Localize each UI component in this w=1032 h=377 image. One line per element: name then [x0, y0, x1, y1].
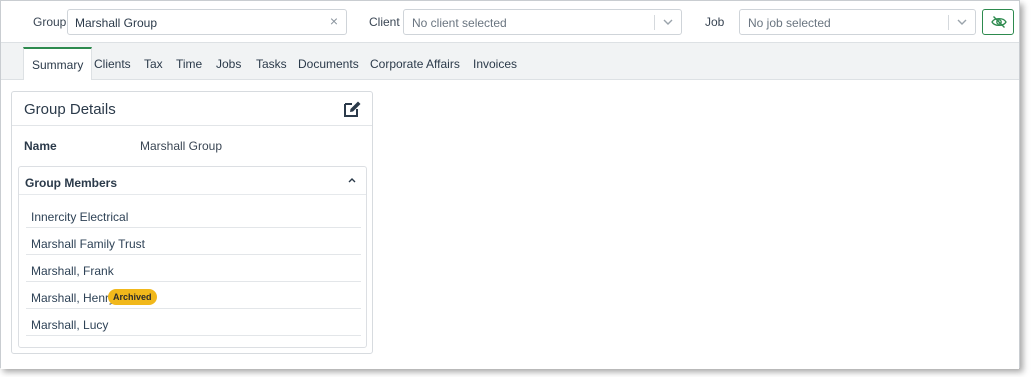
- member-name[interactable]: Marshall, Frank: [31, 264, 114, 278]
- group-label: Group: [33, 15, 67, 29]
- clear-icon[interactable]: ×: [330, 13, 338, 29]
- toggle-visibility-button[interactable]: [982, 9, 1014, 35]
- status-badge: Archived: [108, 289, 157, 305]
- job-label: Job: [705, 15, 725, 29]
- member-name[interactable]: Innercity Electrical: [31, 210, 128, 224]
- filter-bar: Group Marshall Group × Client No client …: [1, 1, 1019, 43]
- name-value: Marshall Group: [140, 139, 223, 153]
- tab-documents[interactable]: Documents: [290, 47, 367, 80]
- tab-corporate-affairs[interactable]: Corporate Affairs: [362, 47, 468, 80]
- job-select[interactable]: No job selected: [739, 9, 976, 35]
- tab-summary[interactable]: Summary: [23, 47, 93, 80]
- name-label: Name: [24, 139, 57, 153]
- list-item[interactable]: Marshall Family Trust: [26, 228, 361, 255]
- card-title: Group Details: [24, 101, 116, 118]
- edit-icon[interactable]: [342, 99, 362, 119]
- app-window: Group Marshall Group × Client No client …: [0, 0, 1020, 369]
- chevron-down-icon[interactable]: [955, 14, 969, 30]
- tab-tasks[interactable]: Tasks: [248, 47, 295, 80]
- tab-clients[interactable]: Clients: [86, 47, 139, 80]
- tab-invoices[interactable]: Invoices: [465, 47, 525, 80]
- list-item[interactable]: Marshall, Frank: [26, 255, 361, 282]
- group-members-panel: Group Members Innercity Electrical Marsh…: [18, 166, 367, 348]
- name-row: Name Marshall Group: [12, 126, 372, 161]
- tab-time[interactable]: Time: [168, 47, 210, 80]
- client-label: Client: [369, 15, 400, 29]
- group-select[interactable]: Marshall Group ×: [67, 9, 347, 35]
- job-placeholder: No job selected: [748, 16, 831, 30]
- member-name[interactable]: Marshall, Lucy: [31, 318, 108, 332]
- group-details-card: Group Details Name Marshall Group Group …: [11, 91, 373, 354]
- select-separator: [654, 15, 655, 30]
- member-name[interactable]: Marshall, Henry: [31, 291, 115, 305]
- chevron-down-icon[interactable]: [661, 14, 675, 30]
- summary-panel: Group Details Name Marshall Group Group …: [1, 80, 1019, 369]
- list-item[interactable]: Marshall, Lucy: [26, 309, 361, 336]
- card-header: Group Details: [12, 92, 372, 126]
- member-name[interactable]: Marshall Family Trust: [31, 237, 145, 251]
- client-select[interactable]: No client selected: [403, 9, 682, 35]
- eye-off-icon: [991, 16, 1007, 28]
- list-item[interactable]: Marshall, Henry Archived: [26, 282, 361, 309]
- select-separator: [948, 15, 949, 30]
- list-item[interactable]: Innercity Electrical: [26, 201, 361, 228]
- member-list: Innercity Electrical Marshall Family Tru…: [26, 201, 361, 336]
- group-members-title: Group Members: [25, 176, 118, 190]
- tab-tax[interactable]: Tax: [136, 47, 171, 80]
- tab-jobs[interactable]: Jobs: [208, 47, 249, 80]
- group-value: Marshall Group: [75, 16, 158, 30]
- client-placeholder: No client selected: [412, 16, 507, 30]
- group-members-header[interactable]: Group Members: [19, 167, 366, 195]
- chevron-up-icon[interactable]: [347, 176, 357, 184]
- tab-bar: Summary Clients Tax Time Jobs Tasks Docu…: [1, 43, 1019, 80]
